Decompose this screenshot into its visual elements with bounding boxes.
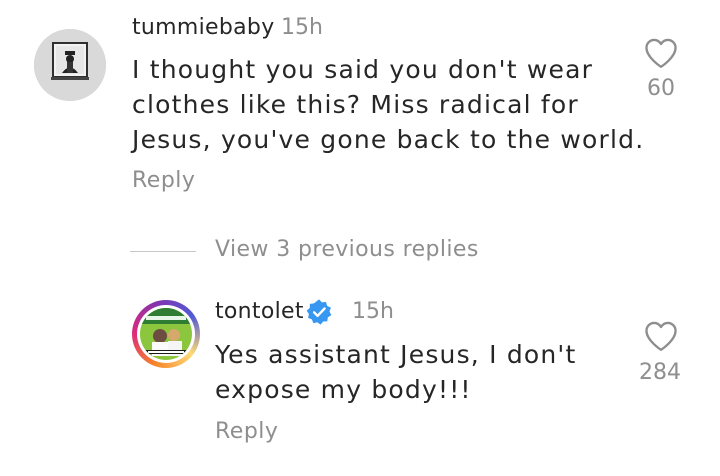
comment-timestamp: 15h — [281, 15, 323, 40]
reply-text-line: expose my body!!! — [215, 375, 472, 404]
avatar-tummiebaby[interactable] — [34, 29, 106, 101]
avatar-image — [140, 308, 192, 360]
avatar-image — [34, 29, 106, 101]
like-count: 60 — [647, 76, 675, 101]
verified-badge-icon — [306, 299, 332, 325]
reply-timestamp: 15h — [352, 299, 394, 324]
comment-text-line: I thought you said you don't wear — [132, 55, 594, 84]
comment-text-line: Jesus, you've gone back to the world. — [132, 125, 645, 154]
heart-outline-icon[interactable] — [643, 37, 679, 69]
reply-button[interactable]: Reply — [132, 168, 195, 193]
reply-username[interactable]: tontolet — [215, 299, 304, 324]
view-previous-replies-button[interactable]: View 3 previous replies — [215, 237, 479, 262]
avatar-tontolet[interactable] — [132, 300, 200, 368]
heart-outline-icon[interactable] — [643, 320, 679, 352]
reply-text: Yes assistant Jesus, I don't expose my b… — [215, 337, 577, 407]
comment-username[interactable]: tummiebaby — [132, 15, 275, 40]
reply-button[interactable]: Reply — [215, 419, 278, 444]
replies-divider-line — [130, 251, 196, 252]
like-count: 284 — [639, 360, 681, 385]
reply-text-line: Yes assistant Jesus, I don't — [215, 340, 577, 369]
comment-text: I thought you said you don't wear clothe… — [132, 52, 644, 157]
comment-text-line: clothes like this? Miss radical for — [132, 90, 579, 119]
